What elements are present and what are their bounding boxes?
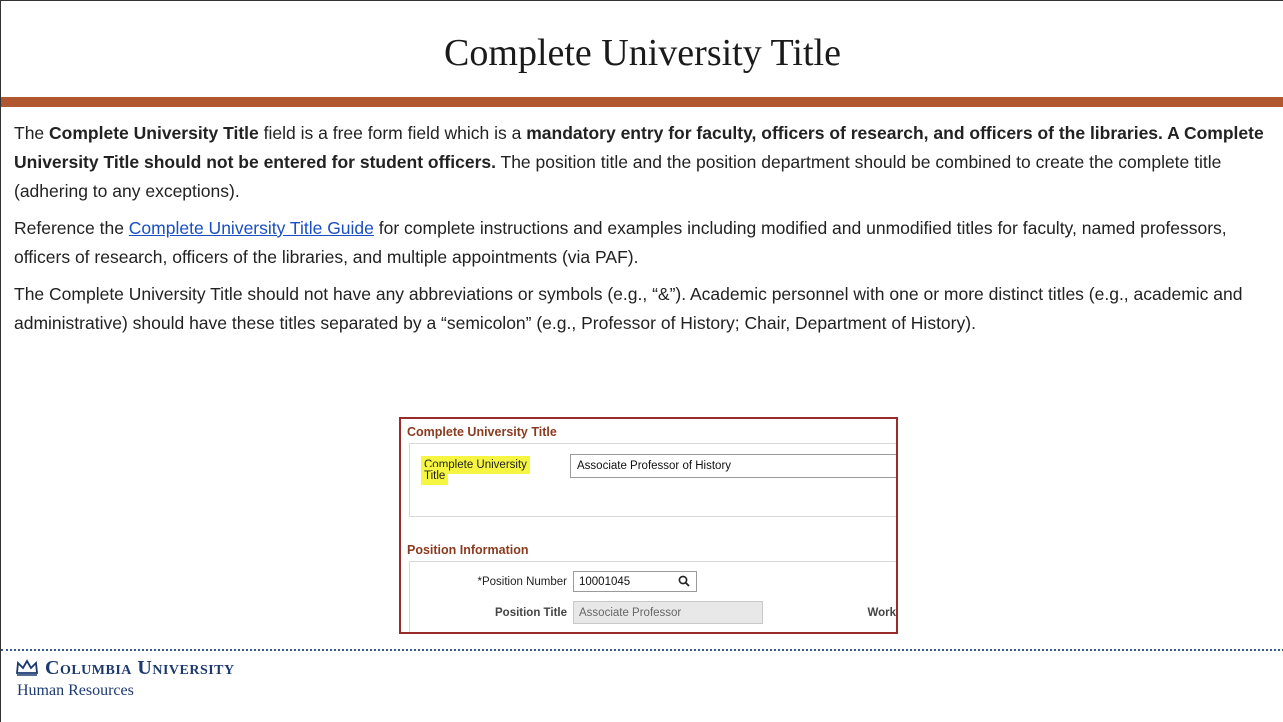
slide-title: Complete University Title xyxy=(444,32,841,74)
form-screenshot: ​ Complete University Title Complete Uni… xyxy=(399,417,898,634)
section-complete-title-heading: Complete University Title xyxy=(407,425,557,439)
body-text: The Complete University Title field is a… xyxy=(14,119,1274,346)
paragraph-2: Reference the Complete University Title … xyxy=(14,214,1274,272)
footer-divider xyxy=(1,649,1283,651)
p1-text-2: field is a free form field which is a xyxy=(258,123,527,143)
complete-title-group: Complete University Title Associate Prof… xyxy=(409,443,896,517)
org-name: Columbia University xyxy=(45,657,235,679)
p1-text-1: The xyxy=(14,123,50,143)
paragraph-3: The Complete University Title should not… xyxy=(14,284,1243,333)
paragraph-1: The Complete University Title field is a… xyxy=(14,119,1274,206)
slide: Complete University Title The Complete U… xyxy=(0,0,1283,722)
complete-title-label: Complete University Title xyxy=(424,459,554,482)
section-position-info-heading: Position Information xyxy=(407,543,529,557)
position-title-label: Position Title xyxy=(495,607,567,619)
p1-bold-1: Complete University Title xyxy=(49,123,259,143)
crown-icon xyxy=(16,659,38,676)
title-accent-bar xyxy=(1,97,1283,107)
search-icon[interactable] xyxy=(678,575,690,587)
position-number-value: 10001045 xyxy=(579,576,631,588)
work-label: Work xyxy=(867,607,896,619)
org-sub: Human Resources xyxy=(17,682,134,699)
guide-link[interactable]: Complete University Title Guide xyxy=(129,218,374,238)
label-line-2: Title xyxy=(424,470,446,482)
position-number-label: *Position Number xyxy=(477,576,567,588)
position-number-input[interactable]: 10001045 xyxy=(573,571,697,592)
complete-title-input[interactable]: Associate Professor of History xyxy=(570,454,896,478)
position-title-input: Associate Professor xyxy=(573,601,763,624)
p2-text-1: Reference the xyxy=(14,218,129,238)
